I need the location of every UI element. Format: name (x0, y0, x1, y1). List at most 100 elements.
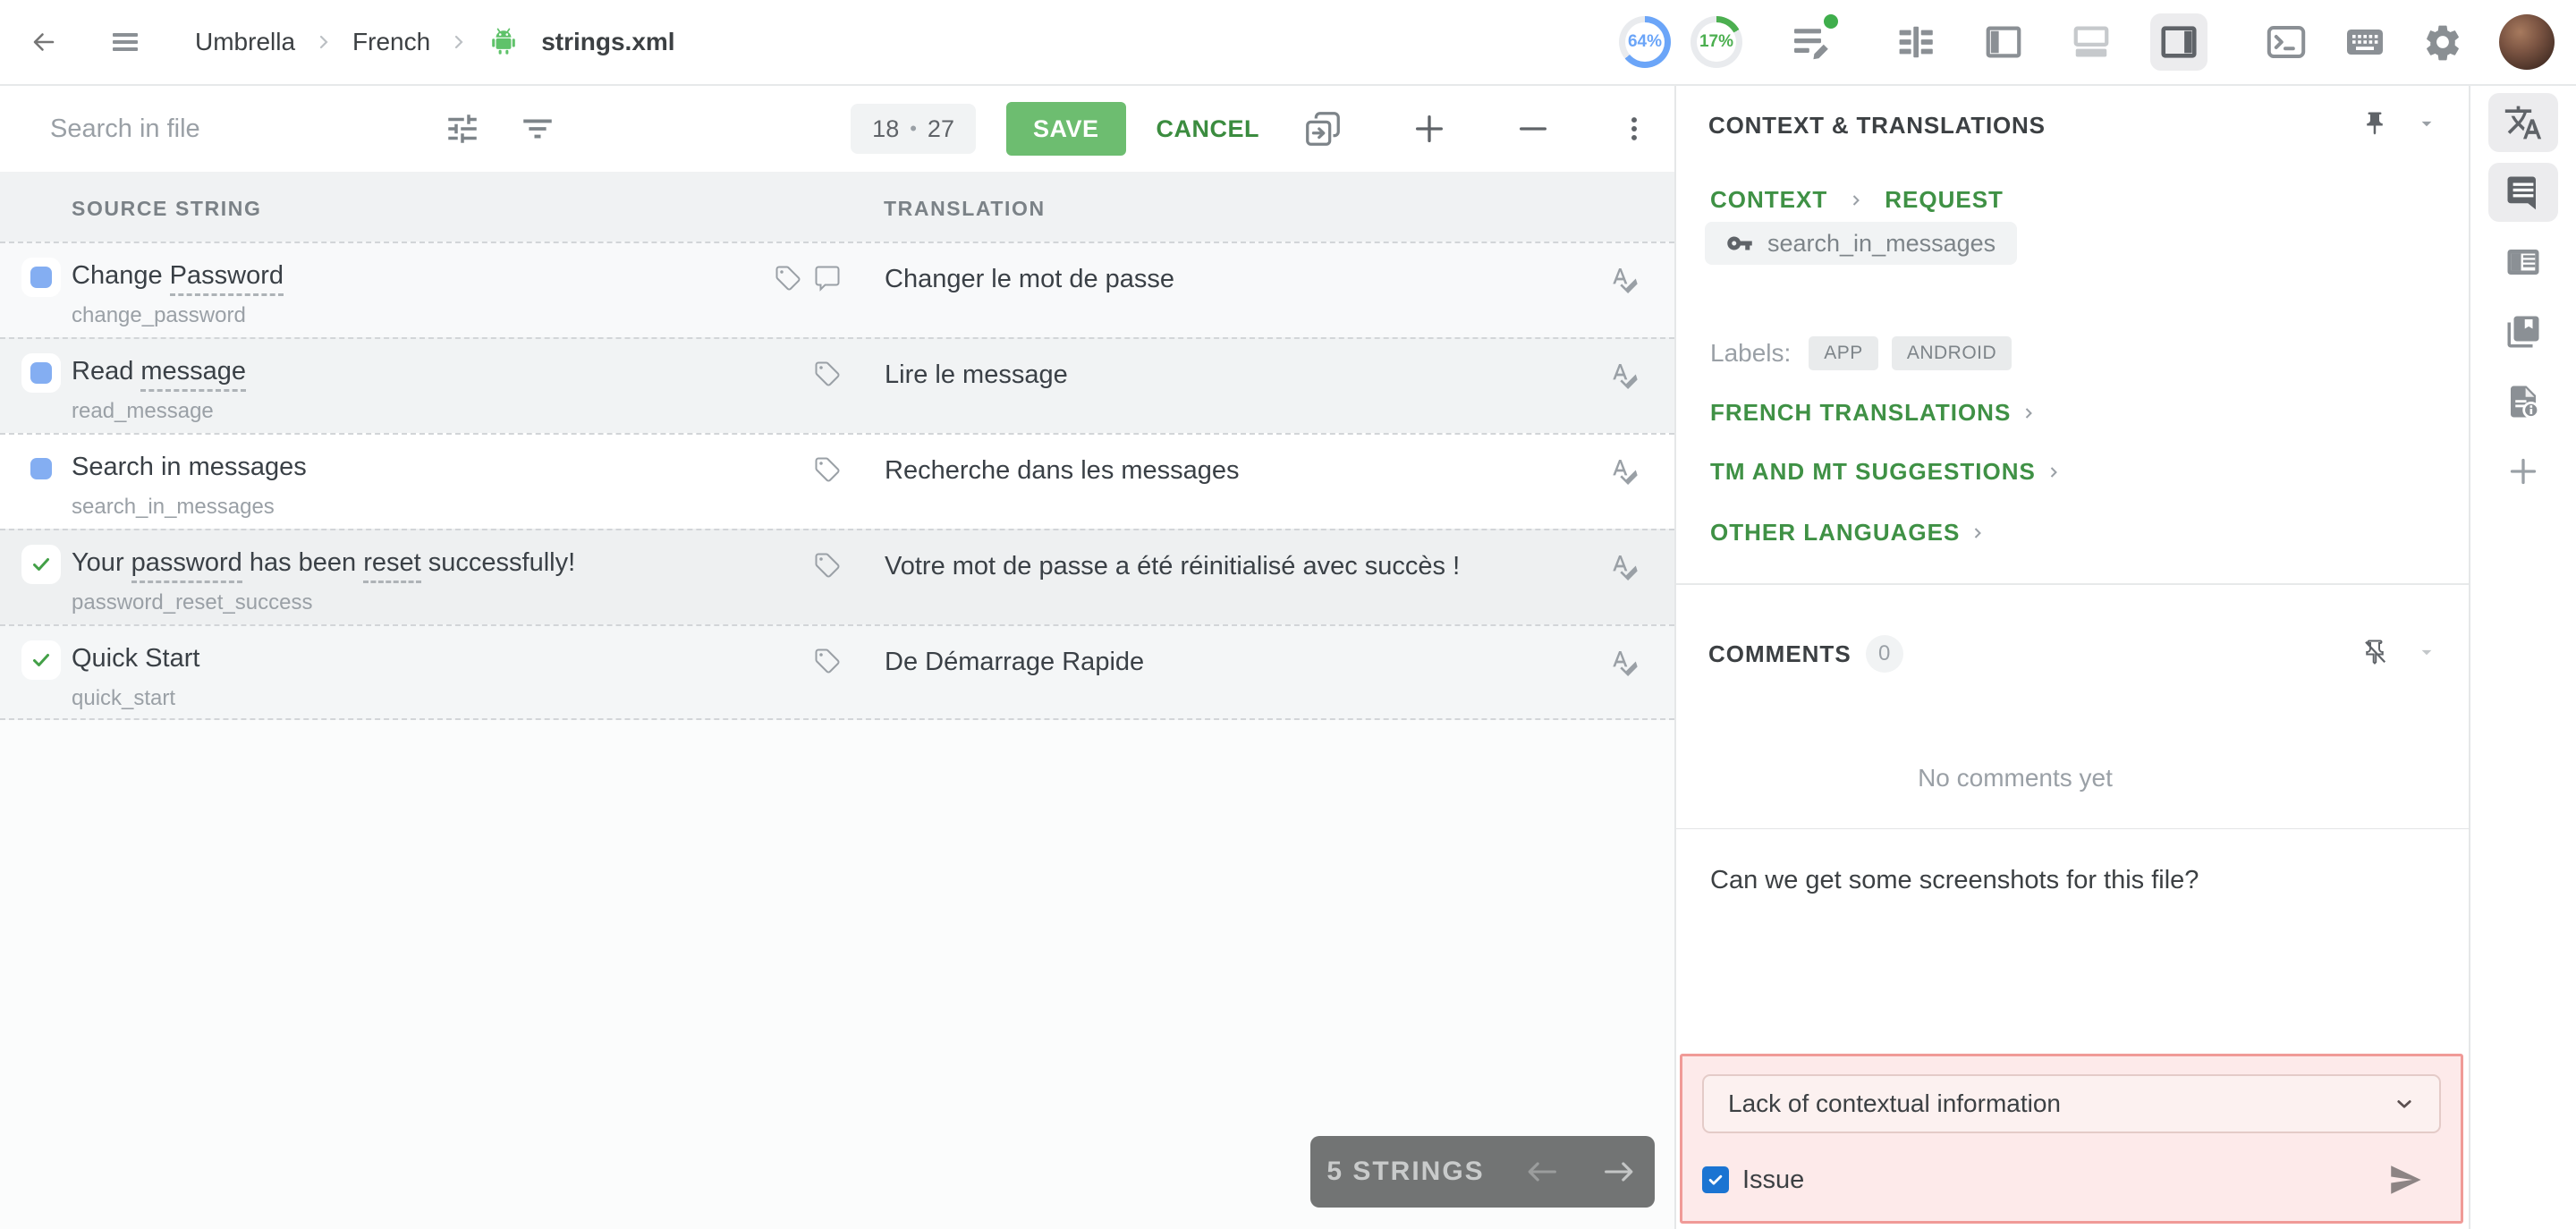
no-comments-message: No comments yet (1918, 764, 2113, 792)
chevron-right-small-icon (1853, 194, 1860, 206)
issue-checkbox[interactable] (1702, 1166, 1729, 1193)
right-sidebar (2469, 86, 2576, 1229)
editor-actions: 18 • 27 SAVE CANCEL (851, 102, 1674, 156)
sidebar-related-strings-button[interactable] (2488, 302, 2558, 361)
status-translated-icon (21, 640, 61, 680)
cancel-button[interactable]: CANCEL (1157, 115, 1260, 143)
string-key-value: search_in_messages (1767, 229, 1996, 257)
key-icon (1727, 236, 1752, 250)
comment-input[interactable]: Can we get some screenshots for this fil… (1710, 866, 2415, 895)
string-row-search_in_messages[interactable]: Search in messages search_in_messages Rech… (0, 433, 1674, 529)
sidebar-file-info-button[interactable] (2488, 372, 2558, 431)
sidebar-translations-button[interactable] (2488, 93, 2558, 152)
string-identifier: search_in_messages (72, 495, 275, 519)
edit-strings-button[interactable] (1789, 12, 1841, 65)
issue-submit-row: Issue (1702, 1160, 2441, 1199)
string-key-pill: search_in_messages (1705, 222, 2018, 265)
string-badges (757, 648, 841, 674)
comments-title: COMMENTS (1708, 640, 1852, 667)
zoom-in-button[interactable] (1411, 111, 1447, 147)
breadcrumb-language[interactable]: French (352, 28, 430, 56)
french-translations-link[interactable]: FRENCH TRANSLATIONS (1710, 399, 2038, 427)
string-badges (757, 456, 841, 483)
shortcuts-button[interactable] (2343, 21, 2386, 64)
issue-report-box: Lack of contextual information Issue (1680, 1054, 2463, 1224)
other-languages-link[interactable]: OTHER LANGUAGES (1710, 519, 1987, 547)
zoom-out-button[interactable] (1515, 111, 1551, 147)
tab-context[interactable]: CONTEXT (1710, 186, 1827, 214)
back-button[interactable] (27, 26, 63, 58)
string-badges (757, 360, 841, 387)
collapse-comments-button[interactable] (2415, 640, 2438, 668)
comments-count-badge: 0 (1865, 635, 1903, 673)
menu-button[interactable] (107, 28, 143, 56)
approved-progress-ring[interactable]: 17% (1690, 16, 1742, 68)
string-badges (757, 552, 841, 579)
sidebar-add-panel-button[interactable] (2488, 442, 2558, 501)
send-comment-button[interactable] (2384, 1160, 2427, 1199)
breadcrumb-project[interactable]: Umbrella (195, 28, 295, 56)
previous-page-button[interactable] (1522, 1156, 1562, 1188)
unpin-comments-button[interactable] (2361, 639, 2388, 670)
translation-text: Votre mot de passe a été réinitialisé av… (885, 552, 1461, 581)
console-button[interactable] (2265, 21, 2308, 64)
chevron-right-small-icon (2050, 466, 2057, 478)
other-languages-label: OTHER LANGUAGES (1710, 519, 1961, 546)
spellcheck-icon (1613, 460, 1638, 485)
view-side-by-side-button[interactable] (1975, 13, 2032, 71)
settings-button[interactable] (2422, 21, 2463, 63)
tab-request[interactable]: REQUEST (1885, 186, 2004, 214)
minus-icon (1520, 127, 1546, 131)
advanced-filter-button[interactable] (444, 110, 481, 148)
grid-header: SOURCE STRING TRANSLATION (0, 172, 1674, 242)
source-string-text: Search in messages (72, 453, 307, 481)
sidebar-comments-button[interactable] (2488, 163, 2558, 222)
context-tabs: CONTEXT REQUEST (1710, 186, 2004, 214)
duplicate-icon (1306, 112, 1340, 146)
save-button[interactable]: SAVE (1005, 102, 1126, 156)
tm-mt-suggestions-link[interactable]: TM AND MT SUGGESTIONS (1710, 458, 2063, 486)
translated-check-icon (33, 558, 49, 571)
filter-button[interactable] (519, 110, 556, 148)
pin-icon (2367, 112, 2383, 135)
chevron-down-icon (2421, 121, 2432, 127)
string-row-quick_start[interactable]: Quick Start quick_start De Démarrage Rapid… (0, 624, 1674, 720)
tag-icon (815, 457, 840, 482)
topbar-actions: 64% 17% (1619, 12, 2555, 71)
search-input[interactable]: Search in file (50, 114, 444, 144)
breadcrumb: Umbrella French strings.xml (195, 28, 675, 56)
user-avatar[interactable] (2499, 14, 2555, 70)
status-active-icon (21, 449, 61, 488)
spellcheck-icon (1613, 268, 1638, 293)
translated-progress-ring[interactable]: 64% (1619, 16, 1671, 68)
string-row-password_reset_success[interactable]: Your password has been reset successfull… (0, 529, 1674, 624)
context-panel: CONTEXT & TRANSLATIONS CONTEXT REQUEST s… (1674, 86, 2469, 1229)
translation-text: De Démarrage Rapide (885, 648, 1145, 676)
editor-pane: Search in file 18 • 27 SAVE CANCEL SOURC… (0, 86, 1674, 1229)
view-bottom-panel-button[interactable] (2063, 13, 2120, 71)
more-options-button[interactable] (1619, 111, 1649, 147)
string-badges (757, 265, 841, 292)
tag-icon (815, 553, 840, 578)
check-icon (1708, 1174, 1723, 1185)
translation-text: Lire le message (885, 360, 1068, 389)
translation-text: Recherche dans les messages (885, 456, 1240, 485)
breadcrumb-file[interactable]: strings.xml (541, 28, 674, 56)
string-row-read_message[interactable]: Read message read_message Lire le message (0, 337, 1674, 433)
issue-type-select[interactable]: Lack of contextual information (1702, 1074, 2441, 1133)
chevron-right-icon (319, 35, 328, 49)
copy-source-button[interactable] (1302, 108, 1343, 149)
next-page-button[interactable] (1599, 1156, 1639, 1188)
string-row-change_password[interactable]: Change Password change_password Changer le… (0, 242, 1674, 337)
french-translations-label: FRENCH TRANSLATIONS (1710, 399, 2012, 426)
string-identifier: read_message (72, 399, 214, 423)
view-right-panel-button[interactable] (2150, 13, 2207, 71)
source-string-text: Your password has been reset successfull… (72, 548, 751, 583)
comfortable-view-icon (1899, 26, 1933, 58)
section-divider (1676, 583, 2469, 585)
tag-icon (775, 266, 801, 291)
sidebar-terms-button[interactable] (2488, 233, 2558, 292)
pin-panel-button[interactable] (2361, 110, 2388, 141)
view-comfortable-button[interactable] (1887, 13, 1945, 71)
collapse-panel-button[interactable] (2415, 112, 2438, 140)
